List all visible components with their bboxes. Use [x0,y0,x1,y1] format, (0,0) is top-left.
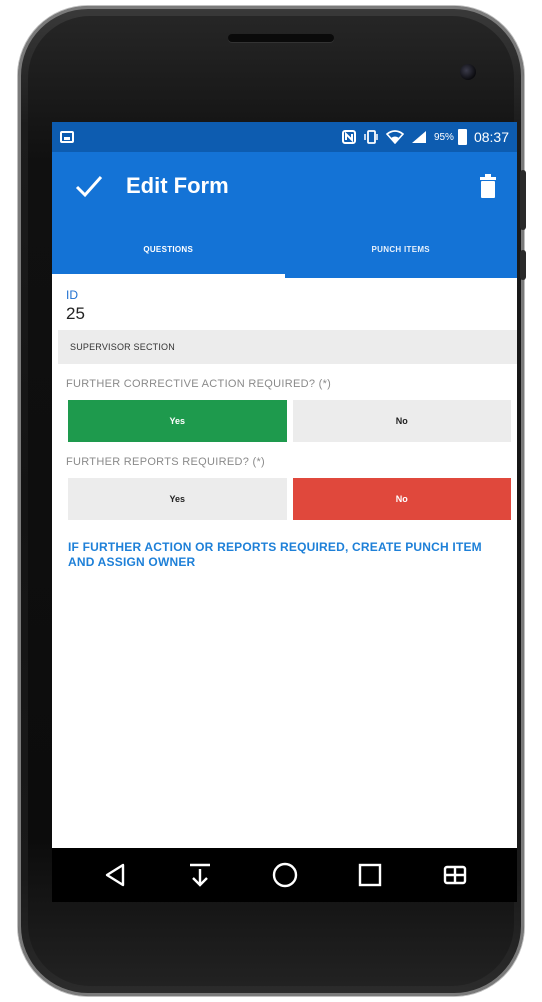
battery-icon [457,129,467,145]
page-title: Edit Form [126,173,229,198]
power-button [520,170,526,230]
home-icon[interactable] [263,853,307,897]
stage: 95% 08:37 Edit Form QUESTIONS PUNCH ITEM… [0,0,542,1002]
recents-icon[interactable] [348,853,392,897]
nfc-icon [341,130,356,144]
app-bar: Edit Form [52,152,517,220]
id-label: ID [66,288,78,302]
vibrate-icon [363,129,379,145]
id-value: 25 [66,304,85,323]
tab-punch-items[interactable]: PUNCH ITEMS [285,220,518,278]
speaker-grille [228,34,334,42]
tab-questions[interactable]: QUESTIONS [52,220,285,278]
screen: 95% 08:37 Edit Form QUESTIONS PUNCH ITEM… [52,122,517,902]
section-header: SUPERVISOR SECTION [58,330,517,364]
no-label: No [395,494,408,504]
grid-icon[interactable] [433,853,477,897]
question-label: FURTHER REPORTS REQUIRED? (*) [66,456,265,468]
info-text: IF FURTHER ACTION OR REPORTS REQUIRED, C… [68,540,482,569]
nav-bar [52,848,517,902]
tab-questions-label: QUESTIONS [143,244,194,254]
tab-bar: QUESTIONS PUNCH ITEMS [52,220,517,278]
wifi-icon [385,130,404,144]
question-1-toggle: Yes No [68,400,511,442]
question-2-toggle: Yes No [68,478,511,520]
back-icon[interactable] [93,853,137,897]
clock: 08:37 [473,129,509,145]
status-bar: 95% 08:37 [52,122,517,152]
no-label: No [395,416,408,426]
form-content: ID 25 SUPERVISOR SECTION FURTHER CORRECT… [52,288,517,570]
battery-percent: 95% [433,131,454,143]
screenshot-icon [60,131,74,143]
yes-label: Yes [169,416,186,426]
yes-button[interactable]: Yes [68,478,287,520]
check-icon[interactable] [66,174,112,198]
volume-button [520,250,526,280]
tab-punch-items-label: PUNCH ITEMS [371,244,430,254]
trash-icon[interactable] [477,173,499,199]
yes-button[interactable]: Yes [68,400,287,442]
question-label: FURTHER CORRECTIVE ACTION REQUIRED? (*) [66,378,332,390]
section-title: SUPERVISOR SECTION [70,342,175,352]
no-button[interactable]: No [292,478,511,520]
signal-icon [411,130,427,144]
no-button[interactable]: No [292,400,511,442]
download-icon[interactable] [178,853,222,897]
yes-label: Yes [169,494,186,504]
front-camera [460,64,476,80]
